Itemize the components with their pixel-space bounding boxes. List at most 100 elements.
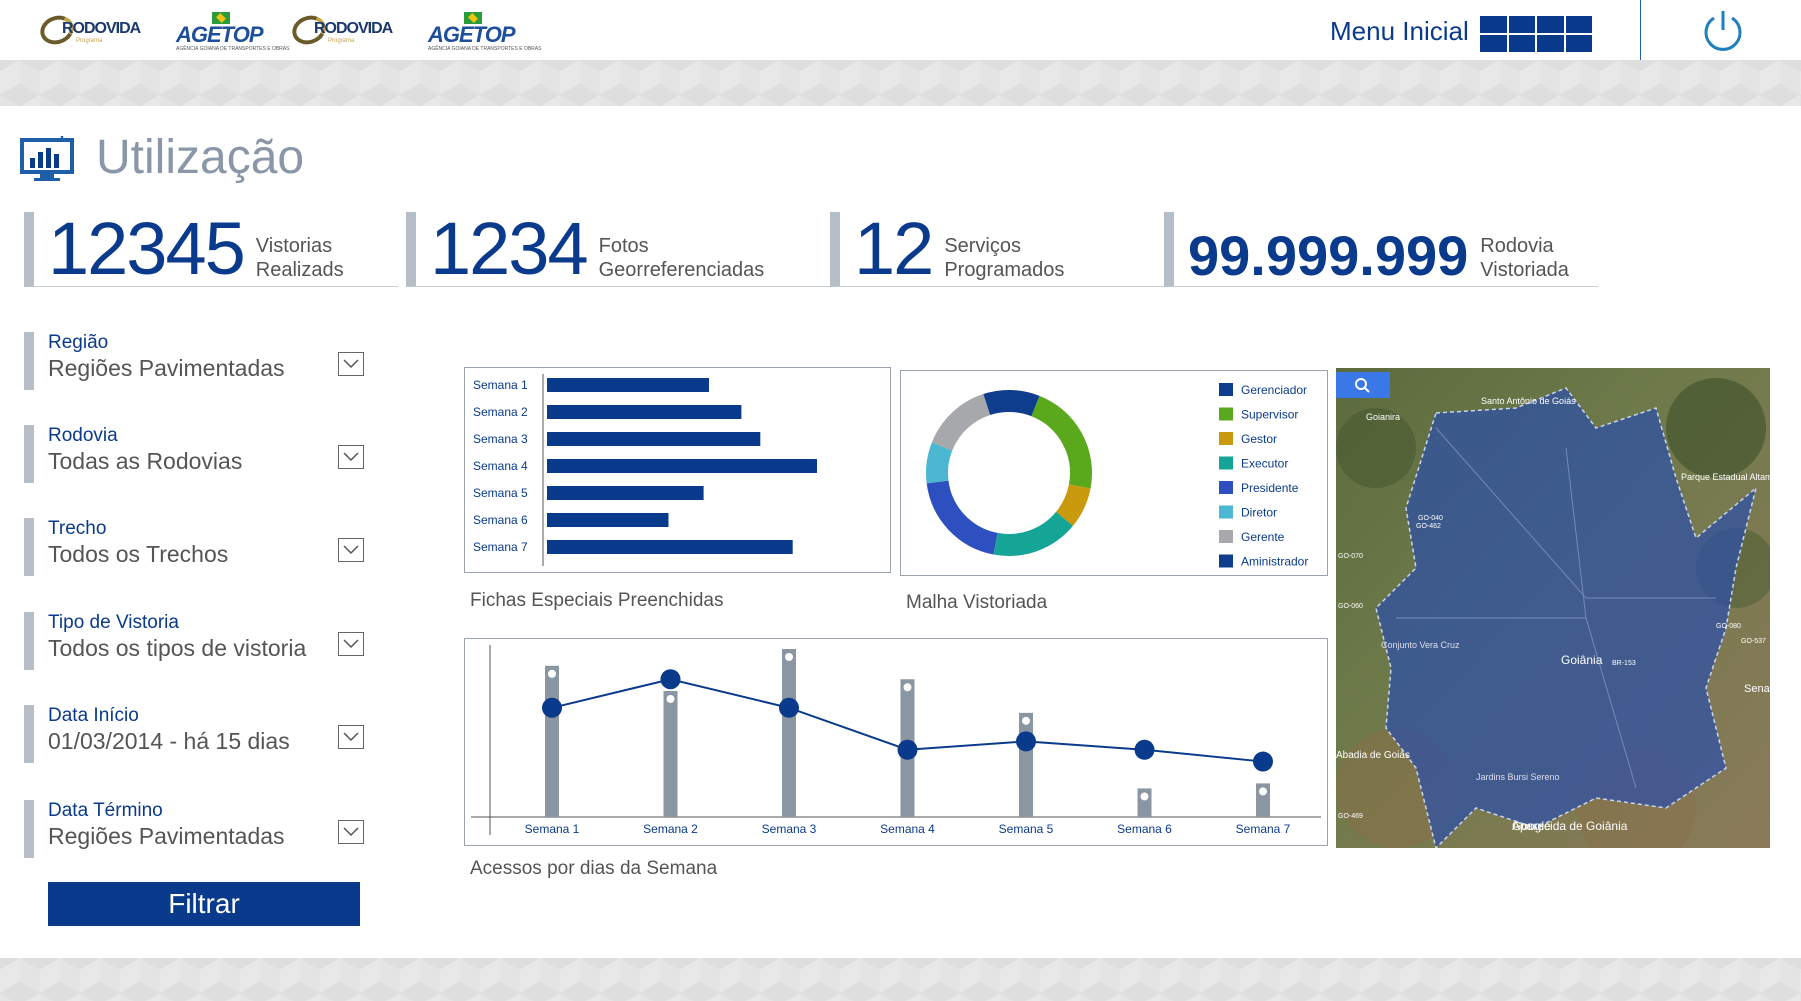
access-line-point [660,669,681,690]
donut-slice [926,442,953,484]
chevron-down-icon[interactable] [338,538,364,562]
access-bar-marker [1022,716,1030,725]
access-bar-marker [548,669,556,678]
stat-label-line: Georreferenciadas [598,259,765,281]
stat-label-line: Vistoriada [1480,259,1569,281]
bar-chart-caption: Fichas Especiais Preenchidas [470,590,724,611]
donut-chart-panel: Gerenciador Supervisor Gestor Executor Presi… [900,370,1328,576]
access-bar-marker [666,695,675,703]
filter-value: 01/03/2014 - há 15 dias [48,728,290,754]
stat-servicos: 12 Serviços Programados [830,212,1164,287]
chevron-down-icon[interactable] [338,632,364,656]
bar [547,486,704,500]
stat-label-line: Serviços [944,235,1022,257]
filter-data-inicio[interactable]: Data Início 01/03/2014 - há 15 dias [24,705,364,763]
access-bar-marker [1259,787,1267,796]
filter-label: Tipo de Vistoria [48,612,179,633]
access-category-label: Semana 3 [762,822,817,836]
bar [547,432,761,446]
google-attribution: Google [1512,819,1551,833]
legend-label: Presidente [1241,481,1299,495]
access-line-point [1016,731,1036,752]
access-chart-panel: Semana 1 Semana 2 Semana 3 Semana 4 Semana 5… [464,638,1328,846]
access-category-label: Semana 4 [880,822,935,836]
map-label: Goianira [1366,412,1400,422]
access-category-label: Semana 6 [1117,822,1172,836]
access-line-point [1253,751,1273,772]
legend-swatch [1219,432,1233,445]
road-label: GO-070 [1338,553,1363,560]
access-chart: Semana 1 Semana 2 Semana 3 Semana 4 Semana 5… [471,645,1321,836]
bar-category-label: Semana 6 [473,513,528,527]
filter-data-termino[interactable]: Data Término Regiões Pavimentadas [24,800,364,858]
map-label: Santo Antônio de Goiás [1481,396,1576,406]
agetop-logo-text: AGETOP [176,22,264,47]
access-line-point [1134,739,1155,760]
stat-vistorias: 12345 Vistorias Realizads [24,212,398,287]
filter-value: Todos os Trechos [48,541,229,567]
stat-fotos: 1234 Fotos Georreferenciadas [406,212,830,287]
access-bar [545,665,559,817]
donut-slice [983,390,1010,416]
chevron-down-icon[interactable] [338,445,364,469]
filter-value: Todas as Rodovias [48,448,243,474]
donut-chart-caption: Malha Vistoriada [906,592,1048,613]
header-divider [1640,0,1641,60]
chevron-down-icon[interactable] [338,820,364,844]
stat-rodovia: 99.999.999 Rodovia Vistoriada [1164,212,1598,287]
power-icon[interactable] [1700,8,1746,54]
stat-label: Vistorias Realizads [256,234,344,286]
filter-regiao[interactable]: Região Regiões Pavimentadas [24,332,364,390]
filtrar-button[interactable]: Filtrar [48,882,360,926]
bar-chart-panel: Semana 1 Semana 2 Semana 3 Semana 4 Semana 5… [464,367,891,573]
chevron-down-icon[interactable] [338,352,364,376]
search-icon[interactable] [1336,372,1390,398]
stat-label-line: Programados [944,259,1065,281]
donut-slice [931,394,991,451]
legend-label: Supervisor [1241,408,1298,422]
bar-category-label: Semana 5 [473,486,528,500]
rodovida-logo-text: RODOVIDA [314,20,393,37]
grid-icon[interactable] [1480,16,1592,52]
rodovida-logo-text: RODOVIDA [62,20,141,37]
road-label: GO-462 [1416,523,1441,530]
filter-rodovia[interactable]: Rodovia Todas as Rodovias [24,425,364,483]
stat-label: Rodovia Vistoriada [1480,234,1569,286]
agetop-logo-text: AGETOP [428,22,516,47]
satellite-map[interactable]: Santo Antônio de Goiás Goianira Parque E… [1336,368,1770,848]
chevron-down-icon[interactable] [338,725,364,749]
access-category-label: Semana 2 [643,822,698,836]
legend-label: Gestor [1241,432,1277,446]
legend-label: Gerente [1241,530,1285,544]
page-title: Utilização [96,131,305,184]
legend-swatch [1219,554,1233,568]
access-bar-marker [903,683,912,692]
access-bar [782,649,796,817]
legend-label: Aministrador [1241,555,1308,569]
map-canvas[interactable]: Santo Antônio de Goiás Goianira Parque E… [1336,368,1770,848]
stat-label-line: Vistorias [255,235,333,257]
filter-tipo-vistoria[interactable]: Tipo de Vistoria Todos os tipos de visto… [24,612,364,670]
legend-label: Gerenciador [1241,383,1307,397]
filter-value: Regiões Pavimentadas [48,355,285,381]
stat-label-line: Fotos [598,235,649,257]
road-label: BR-153 [1612,660,1636,667]
bar-chart: Semana 1 Semana 2 Semana 3 Semana 4 Semana 5… [473,374,817,566]
bar [547,378,709,392]
agetop-logo: AGETOP AGÊNCIA GOIANA DE TRANSPORTES E O… [176,10,289,52]
legend-swatch [1219,530,1233,543]
stat-value: 12 [854,207,934,290]
bar [547,459,817,473]
filter-trecho[interactable]: Trecho Todos os Trechos [24,518,364,576]
map-label: Jardins Bursi Sereno [1476,772,1560,782]
filter-label: Trecho [48,518,107,539]
stat-label-line: Rodovia [1480,235,1554,257]
legend-label: Diretor [1241,506,1277,520]
filter-value: Regiões Pavimentadas [48,823,285,849]
legend-swatch [1219,505,1233,519]
menu-inicial-link[interactable]: Menu Inicial [1330,16,1469,47]
agetop-logo-sub: AGÊNCIA GOIANA DE TRANSPORTES E OBRAS [176,46,290,52]
access-category-label: Semana 5 [999,822,1054,836]
map-label: Conjunto Vera Cruz [1381,640,1460,650]
logo-strip: RODOVIDA Programa AGETOP AGÊNCIA GOIANA … [36,10,541,52]
